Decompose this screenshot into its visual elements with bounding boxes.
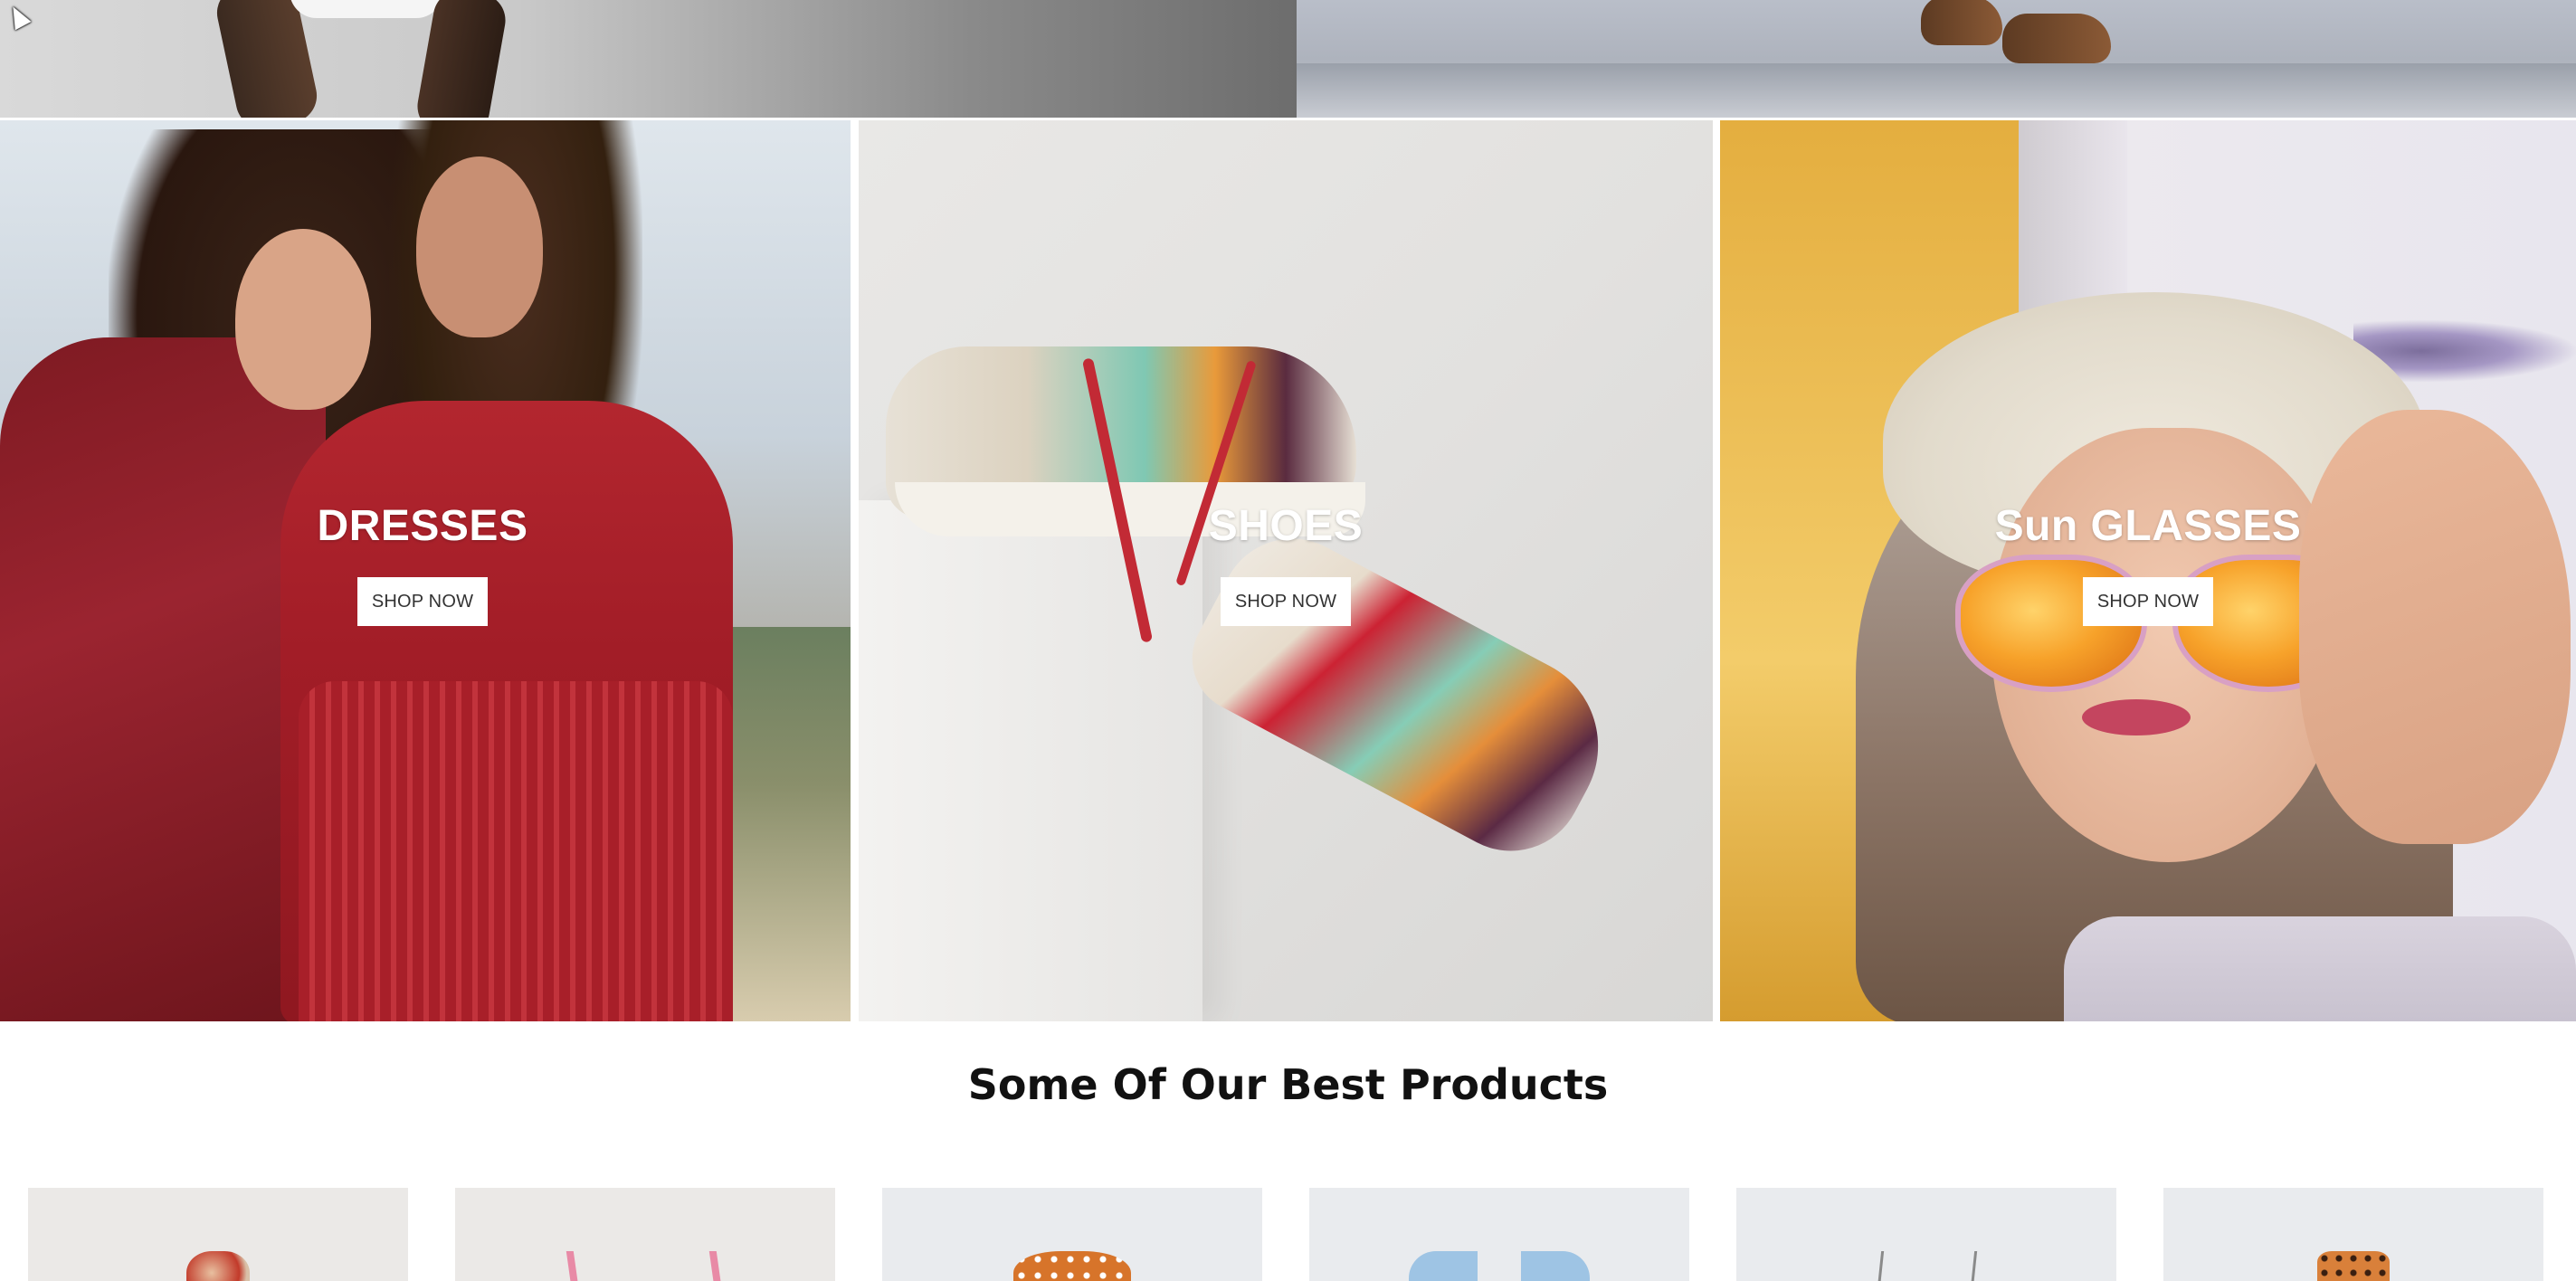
banner-overlay: DRESSES SHOP NOW [0,505,851,626]
product-card[interactable] [1736,1188,2116,1281]
product-card[interactable] [2163,1188,2543,1281]
product-card[interactable] [455,1188,835,1281]
product-grid [28,1188,2548,1281]
banner-overlay: SHOES SHOP NOW [859,505,1713,626]
product-card[interactable] [28,1188,408,1281]
category-banner-dresses[interactable]: DRESSES SHOP NOW [0,120,851,1021]
hero-strip [0,0,2576,118]
banner-overlay: Sun GLASSES SHOP NOW [1720,505,2576,626]
shop-now-shoes-button[interactable]: SHOP NOW [1220,577,1352,626]
page: DRESSES SHOP NOW SHOES SHOP NOW Sun GLAS… [0,0,2576,1281]
banner-title-shoes: SHOES [1208,502,1364,550]
orange-print-dress-image [2317,1251,2390,1281]
section-title-best-products: Some Of Our Best Products [967,1060,1609,1109]
shop-now-sunglasses-button[interactable]: SHOP NOW [2082,577,2214,626]
hero-image-left [0,0,1297,118]
banner-title-sunglasses: Sun GLASSES [1994,502,2302,550]
banner-title-dresses: DRESSES [317,502,528,550]
product-card[interactable] [882,1188,1262,1281]
product-card[interactable] [1309,1188,1689,1281]
grey-strap-garment-image [1875,1251,1978,1281]
hero-image-right [1297,0,2576,118]
category-banner-sunglasses[interactable]: Sun GLASSES SHOP NOW [1720,120,2576,1021]
shop-now-dresses-button[interactable]: SHOP NOW [356,577,489,626]
sequin-dress-image [0,337,326,1021]
red-bow-accessory-image [186,1251,250,1281]
orange-polka-dot-dress-image [1013,1251,1131,1281]
pink-strap-top-image [566,1251,725,1281]
light-blue-denim-top-image [1409,1251,1590,1281]
category-banner-shoes[interactable]: SHOES SHOP NOW [859,120,1713,1021]
